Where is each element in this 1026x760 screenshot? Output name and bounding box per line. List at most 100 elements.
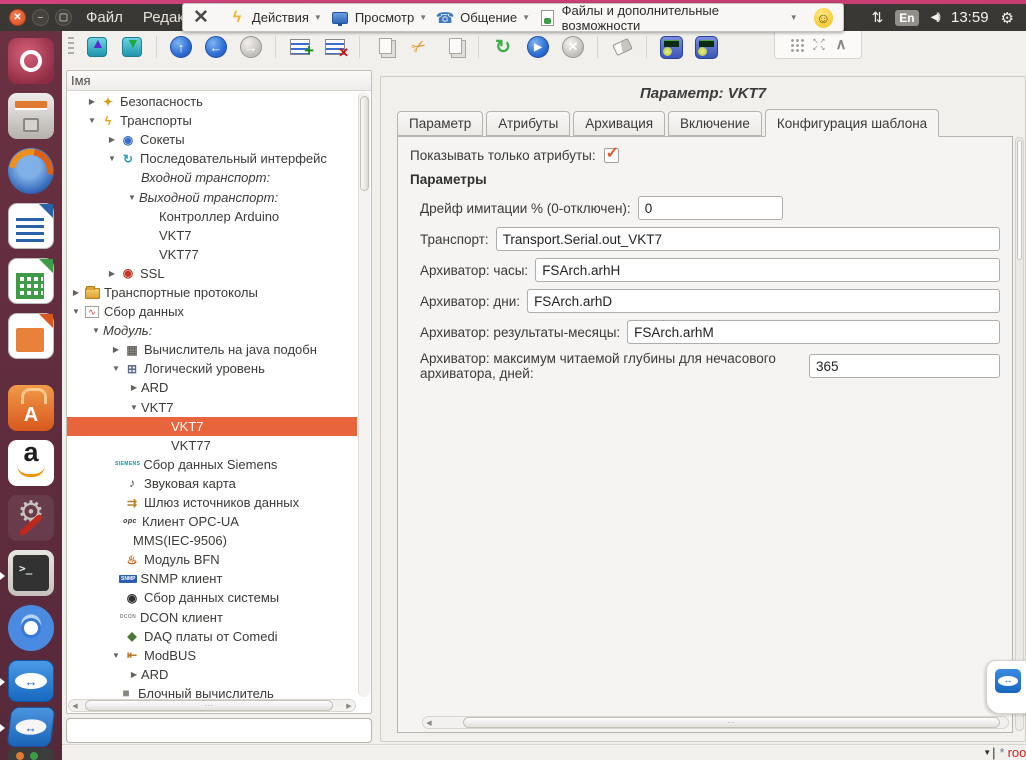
tree-item-vkt7[interactable]: ▼VKT7 bbox=[67, 398, 357, 417]
session-gear-icon[interactable]: ⚙ bbox=[1001, 9, 1014, 27]
tree-item-входной-транспорт-[interactable]: Входной транспорт: bbox=[67, 168, 357, 187]
panel-vertical-scrollbar[interactable] bbox=[1015, 137, 1024, 731]
device-tools-button[interactable] bbox=[692, 33, 720, 61]
tab-включение[interactable]: Включение bbox=[668, 111, 762, 136]
field-input-4[interactable] bbox=[627, 320, 1000, 344]
tree-item-ard[interactable]: ▶ARD bbox=[67, 665, 357, 684]
collapse-icon[interactable]: ∧ bbox=[836, 40, 847, 50]
libreoffice-impress-icon[interactable] bbox=[8, 313, 54, 359]
chevron-expanded-icon[interactable]: ▼ bbox=[85, 116, 99, 125]
firefox-icon[interactable] bbox=[8, 148, 54, 194]
file-archiver-icon[interactable] bbox=[8, 93, 54, 139]
tv-close-icon[interactable]: ✕ bbox=[193, 6, 209, 29]
tv-menu-просмотр[interactable]: Просмотр▼ bbox=[330, 9, 427, 27]
paste-button[interactable] bbox=[440, 33, 468, 61]
tree-item-ssl[interactable]: ▶◉SSL bbox=[67, 264, 357, 283]
teamviewer-window-icon[interactable] bbox=[6, 707, 55, 747]
chevron-expanded-icon[interactable]: ▼ bbox=[105, 154, 119, 163]
chevron-collapsed-icon[interactable]: ▶ bbox=[85, 97, 99, 106]
content-hscroll-thumb[interactable]: ⋯ bbox=[463, 717, 1000, 728]
start-button[interactable]: ▶ bbox=[524, 33, 552, 61]
feedback-smiley-icon[interactable]: ☺ bbox=[814, 8, 833, 28]
software-center-icon[interactable] bbox=[8, 385, 54, 431]
tree-filter-input[interactable] bbox=[66, 718, 372, 743]
amazon-icon[interactable] bbox=[8, 440, 54, 486]
menu-file[interactable]: Файл bbox=[86, 9, 123, 26]
db-load-button[interactable]: ▲ bbox=[83, 33, 111, 61]
clean-button[interactable] bbox=[608, 33, 636, 61]
chromium-icon[interactable] bbox=[8, 605, 54, 651]
window-maximize-button[interactable]: ▢ bbox=[55, 9, 72, 26]
copy-button[interactable] bbox=[370, 33, 398, 61]
tree-item-логический-уровень[interactable]: ▼⊞Логический уровень bbox=[67, 359, 357, 378]
tab-параметр[interactable]: Параметр bbox=[397, 111, 483, 136]
background-app-icon[interactable] bbox=[8, 748, 54, 760]
keyboard-layout-indicator[interactable]: En bbox=[895, 10, 918, 26]
toolbar-drag-handle[interactable] bbox=[68, 37, 74, 57]
field-input-0[interactable] bbox=[638, 196, 783, 220]
tree-item-vkt7[interactable]: VKT7 bbox=[67, 226, 357, 245]
expand-icon[interactable]: ↖↗↙↘ bbox=[813, 38, 827, 52]
tree-item-daq-платы-от-comedi[interactable]: ◆DAQ платы от Comedi bbox=[67, 627, 357, 646]
chevron-collapsed-icon[interactable]: ▶ bbox=[105, 269, 119, 278]
device-config-button[interactable] bbox=[657, 33, 685, 61]
chevron-collapsed-icon[interactable]: ▶ bbox=[105, 135, 119, 144]
window-close-button[interactable]: ✕ bbox=[9, 9, 26, 26]
field-input-2[interactable] bbox=[535, 258, 1000, 282]
tree-item-безопасность[interactable]: ▶✦Безопасность bbox=[67, 92, 357, 111]
nav-up-button[interactable]: ↑ bbox=[167, 33, 195, 61]
tree-item-сбор-данных-siemens[interactable]: SIEMENSСбор данных Siemens bbox=[67, 455, 357, 474]
tree-item-клиент-opc-ua[interactable]: opcКлиент OPC-UA bbox=[67, 512, 357, 531]
tree-item-последовательный-интерфейс[interactable]: ▼↻Последовательный интерфейс bbox=[67, 149, 357, 168]
clock[interactable]: 13:59 bbox=[951, 9, 989, 26]
chevron-expanded-icon[interactable]: ▼ bbox=[89, 326, 103, 335]
tree-item-транспорты[interactable]: ▼ϟТранспорты bbox=[67, 111, 357, 130]
network-traffic-icon[interactable]: ⇅ bbox=[872, 9, 884, 26]
tree-vscroll-thumb[interactable] bbox=[360, 96, 369, 191]
sound-icon[interactable]: ◀)) bbox=[931, 12, 939, 23]
tree-item-сбор-данных[interactable]: ▼∿Сбор данных bbox=[67, 302, 357, 321]
tree-item-mms-iec-9506-[interactable]: MMS(IEC-9506) bbox=[67, 531, 357, 550]
tree-item-транспортные-протоколы[interactable]: ▶Транспортные протоколы bbox=[67, 283, 357, 302]
tree-item-выходной-транспорт-[interactable]: ▼Выходной транспорт: bbox=[67, 187, 357, 206]
chevron-collapsed-icon[interactable]: ▶ bbox=[109, 345, 123, 354]
teamviewer-side-tab[interactable] bbox=[986, 660, 1026, 714]
tree-item-dcon-клиент[interactable]: DCONDCON клиент bbox=[67, 608, 357, 627]
tree-item-vkt77[interactable]: VKT77 bbox=[67, 436, 357, 455]
tree-item-блочный-вычислитель[interactable]: ■Блочный вычислитель bbox=[67, 684, 357, 698]
libreoffice-calc-icon[interactable] bbox=[8, 258, 54, 304]
chevron-collapsed-icon[interactable]: ▶ bbox=[127, 383, 141, 392]
tree-column-header[interactable]: Імя bbox=[67, 71, 371, 91]
field-input-5[interactable] bbox=[809, 354, 1000, 378]
tree-item-вычислитель-на-java-подобн[interactable]: ▶▦Вычислитель на java подобн bbox=[67, 340, 357, 359]
scroll-left-icon[interactable]: ◀ bbox=[423, 719, 435, 727]
item-add-button[interactable]: + bbox=[286, 33, 314, 61]
db-save-button[interactable]: ▼ bbox=[118, 33, 146, 61]
window-minimize-button[interactable]: – bbox=[32, 9, 49, 26]
tree-item-модуль-[interactable]: ▼Модуль: bbox=[67, 321, 357, 340]
tv-menu-общение[interactable]: ☎Общение▼ bbox=[435, 9, 530, 27]
chevron-expanded-icon[interactable]: ▼ bbox=[127, 403, 141, 412]
chevron-collapsed-icon[interactable]: ▶ bbox=[127, 670, 141, 679]
tree-item-snmp-клиент[interactable]: SNMPSNMP клиент bbox=[67, 569, 357, 588]
teamviewer-icon[interactable] bbox=[8, 660, 54, 702]
chevron-expanded-icon[interactable]: ▼ bbox=[125, 193, 139, 202]
stop-button[interactable]: ✕ bbox=[559, 33, 587, 61]
scroll-left-icon[interactable]: ◀ bbox=[69, 702, 81, 710]
tree-item-сбор-данных-системы[interactable]: ◉Сбор данных системы bbox=[67, 588, 357, 607]
chevron-expanded-icon[interactable]: ▼ bbox=[109, 651, 123, 660]
ubuntu-dash-icon[interactable] bbox=[8, 38, 54, 84]
libreoffice-writer-icon[interactable] bbox=[8, 203, 54, 249]
chevron-expanded-icon[interactable]: ▼ bbox=[69, 307, 83, 316]
cut-button[interactable]: ✂ bbox=[405, 33, 433, 61]
tv-menu-действия[interactable]: ϟДействия▼ bbox=[227, 9, 322, 27]
chevron-collapsed-icon[interactable]: ▶ bbox=[69, 288, 83, 297]
grid-icon[interactable] bbox=[790, 38, 804, 52]
tree-item-контроллер-arduino[interactable]: Контроллер Arduino bbox=[67, 207, 357, 226]
tree-hscroll-thumb[interactable]: ⋯ bbox=[85, 700, 333, 711]
status-dropdown-icon[interactable]: ▼ bbox=[983, 748, 991, 757]
tree-item-modbus[interactable]: ▼⇤ModBUS bbox=[67, 646, 357, 665]
tree-item-звуковая-карта[interactable]: ♪Звуковая карта bbox=[67, 474, 357, 493]
chevron-expanded-icon[interactable]: ▼ bbox=[109, 364, 123, 373]
content-horizontal-scrollbar[interactable]: ◀ ⋯ bbox=[422, 716, 1009, 729]
